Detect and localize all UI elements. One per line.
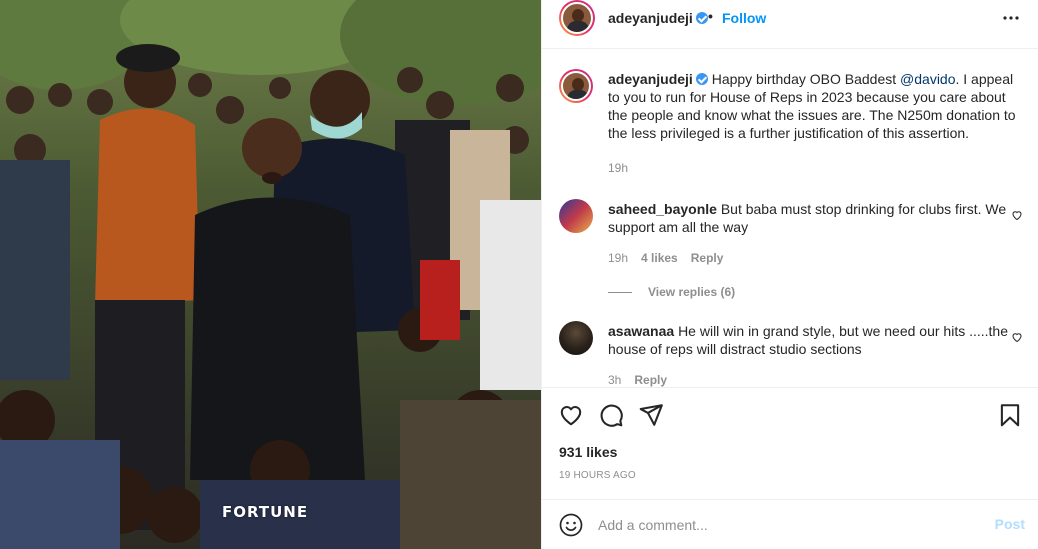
comment-username[interactable]: asawanaa [608, 323, 674, 339]
follow-button[interactable]: Follow [722, 10, 766, 26]
caption-time[interactable]: 19h [608, 161, 628, 175]
post-side-panel: adeyanjudeji • Follow adeyanjudeji Happy… [541, 0, 1038, 549]
verified-badge-icon [695, 12, 708, 24]
comment-bubble-icon[interactable] [598, 402, 624, 428]
crowd-photo-illustration [0, 0, 541, 549]
add-comment-bar: Post [542, 499, 1038, 549]
comment-time[interactable]: 19h [608, 251, 628, 265]
author-avatar[interactable] [559, 0, 595, 36]
comment-reply-button[interactable]: Reply [691, 251, 724, 265]
post-header: adeyanjudeji • Follow [542, 0, 1038, 49]
comment-likes[interactable]: 4 likes [641, 251, 678, 265]
instagram-post: FORTUNE adeyanjudeji • Follow adeyanjude… [0, 0, 1038, 549]
view-replies-label: View replies (6) [648, 285, 736, 299]
post-timestamp[interactable]: 19 HOURS AGO [559, 470, 636, 481]
like-heart-icon[interactable] [558, 402, 584, 428]
likes-count[interactable]: 931 likes [559, 444, 617, 460]
like-comment-heart-icon[interactable] [1011, 209, 1023, 221]
caption-text: adeyanjudeji Happy birthday OBO Baddest … [608, 70, 1018, 142]
comment-meta: 3h Reply [608, 373, 667, 387]
separator-dot: • [708, 8, 713, 24]
photo-watermark: FORTUNE [222, 503, 309, 521]
comment-meta: 19h 4 likes Reply [608, 251, 723, 265]
author-username[interactable]: adeyanjudeji [608, 10, 708, 26]
comment-text: saheed_bayonle But baba must stop drinki… [608, 200, 1018, 236]
comment-input[interactable] [598, 515, 978, 535]
action-bar: 931 likes 19 HOURS AGO [542, 387, 1038, 499]
comments-list[interactable]: adeyanjudeji Happy birthday OBO Baddest … [542, 49, 1038, 387]
verified-badge-icon [695, 73, 708, 85]
caption-avatar[interactable] [559, 69, 593, 103]
replies-divider [608, 291, 632, 293]
caption-username[interactable]: adeyanjudeji [608, 71, 708, 87]
comment-text: asawanaa He will win in grand style, but… [608, 322, 1018, 358]
mention-link[interactable]: @davido [900, 71, 955, 87]
share-paper-plane-icon[interactable] [638, 402, 664, 428]
like-comment-heart-icon[interactable] [1011, 331, 1023, 343]
comment-time[interactable]: 3h [608, 373, 621, 387]
view-replies-button[interactable]: View replies (6) [608, 285, 735, 299]
caption-meta: 19h [608, 161, 628, 175]
caption-text-before: Happy birthday OBO Baddest [711, 71, 901, 87]
comment-username[interactable]: saheed_bayonle [608, 201, 717, 217]
commenter-avatar[interactable] [559, 321, 593, 355]
post-comment-button[interactable]: Post [995, 516, 1025, 532]
comment-reply-button[interactable]: Reply [634, 373, 667, 387]
more-horizontal-icon[interactable] [999, 6, 1023, 30]
commenter-avatar[interactable] [559, 199, 593, 233]
post-photo[interactable]: FORTUNE [0, 0, 541, 549]
emoji-smiley-icon[interactable] [559, 513, 583, 537]
save-bookmark-icon[interactable] [997, 402, 1023, 428]
